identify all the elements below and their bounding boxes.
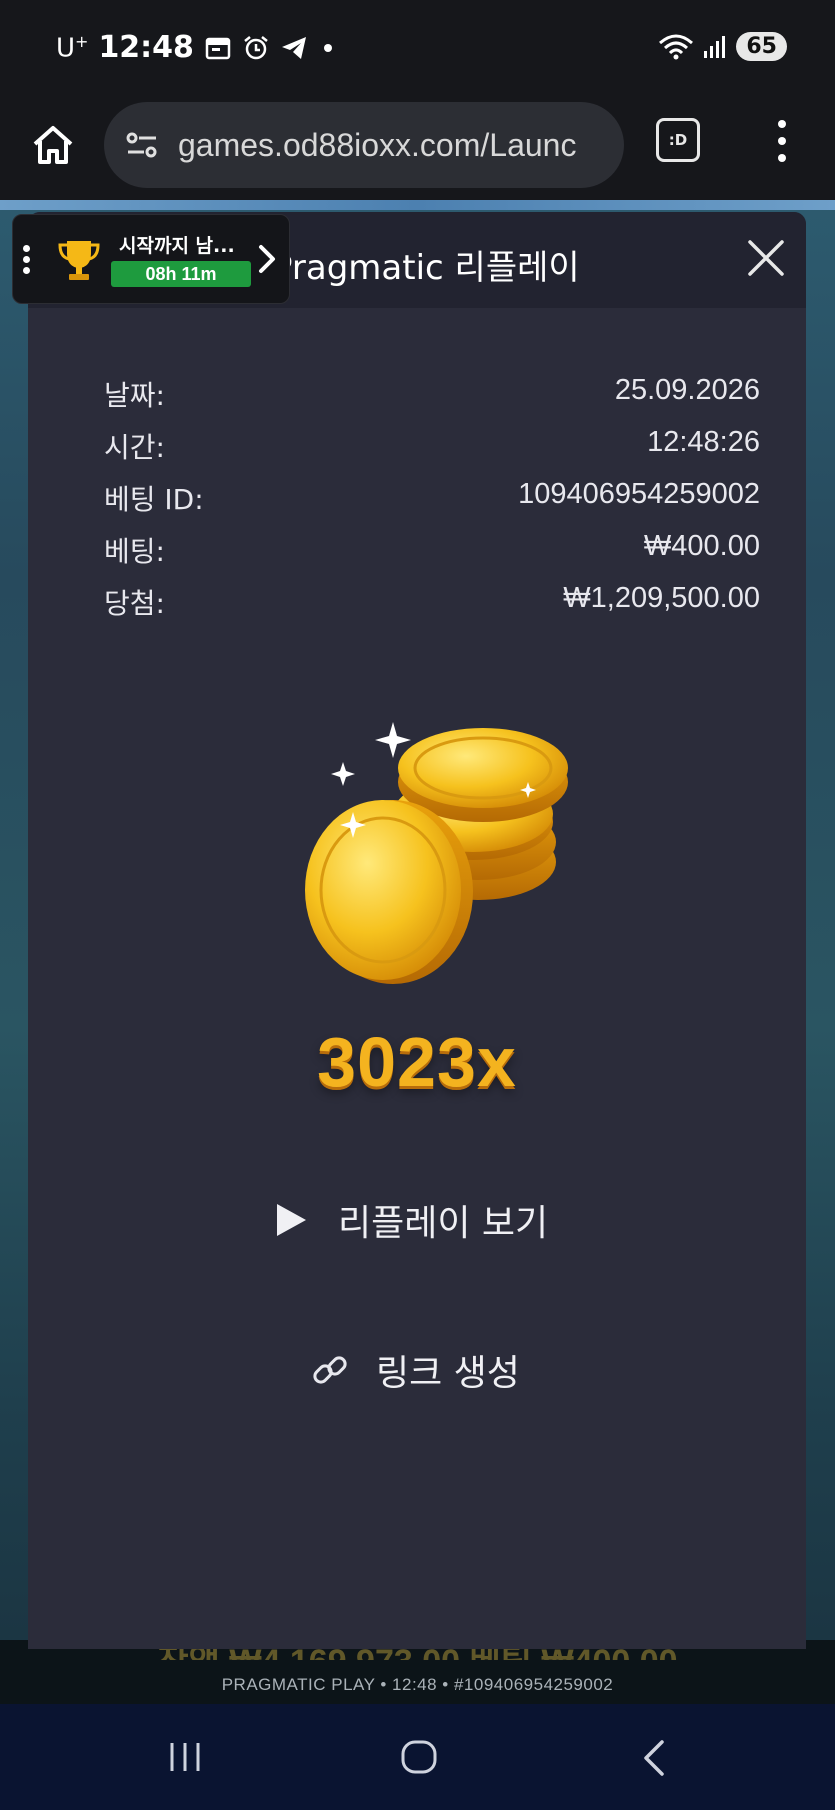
bet-id-label: 베팅 ID: (104, 483, 204, 516)
notification-dot (323, 43, 332, 52)
calendar-icon (205, 37, 231, 59)
modal-title: Pragmatic 리플레이 (272, 248, 580, 288)
tournament-drag-handle-icon[interactable] (23, 245, 31, 278)
view-replay-button[interactable]: 리플레이 보기 (274, 1190, 548, 1250)
view-replay-label: 리플레이 보기 (338, 1203, 549, 1244)
back-icon[interactable] (638, 1738, 668, 1778)
bet-label: 베팅: (104, 535, 165, 568)
bet-id-value: 109406954259002 (518, 478, 760, 510)
info-row-bet: 베팅: ₩400.00 (104, 530, 760, 570)
system-navigation-bar (0, 1704, 835, 1810)
tournament-widget[interactable]: 시작까지 남... 08h 11m (12, 214, 290, 304)
info-row-bet-id: 베팅 ID: 109406954259002 (104, 478, 760, 518)
site-settings-icon[interactable] (122, 125, 162, 165)
game-top-stripe (0, 200, 835, 210)
home-nav-icon[interactable] (400, 1738, 438, 1776)
date-value: 25.09.2026 (614, 374, 760, 406)
info-row-win: 당첨: ₩1,209,500.00 (104, 582, 760, 622)
create-link-label: 링크 생성 (376, 1353, 520, 1394)
browser-menu-icon[interactable] (774, 116, 790, 168)
date-label: 날짜: (104, 379, 165, 412)
status-bar: U+ 12:48 65 (0, 0, 835, 100)
close-icon[interactable] (744, 236, 788, 280)
tournament-timer: 08h 11m (111, 261, 251, 287)
browser-toolbar: games.od88ioxx.com/Launc :D (0, 100, 835, 200)
telegram-icon (281, 36, 306, 59)
wifi-icon (659, 34, 694, 59)
gold-coins-icon (305, 722, 568, 984)
recents-icon[interactable] (168, 1740, 202, 1774)
game-info-text: PRAGMATIC PLAY • 12:48 • #10940695425900… (221, 1675, 614, 1694)
win-label: 당첨: (104, 587, 165, 620)
play-icon (277, 1204, 306, 1236)
trophy-icon (58, 241, 100, 280)
address-bar[interactable]: games.od88ioxx.com/Launc (104, 102, 624, 188)
alarm-icon (244, 35, 268, 59)
link-icon (313, 1356, 347, 1384)
time-value: 12:48:26 (647, 426, 760, 458)
create-link-button[interactable]: 링크 생성 (310, 1340, 520, 1400)
status-time: 12:48 (98, 30, 194, 65)
win-multiplier: 3023x (317, 1023, 517, 1101)
time-label: 시간: (104, 431, 165, 464)
info-row-date: 날짜: 25.09.2026 (104, 374, 760, 414)
info-row-time: 시간: 12:48:26 (104, 426, 760, 466)
battery-indicator: 65 (736, 32, 787, 61)
signal-icon (704, 35, 726, 58)
url-text: games.od88ioxx.com/Launc (178, 126, 577, 163)
chevron-right-icon[interactable] (255, 241, 279, 277)
carrier-label: U+ (56, 31, 89, 64)
status-right: 65 (658, 32, 787, 61)
status-left: U+ 12:48 (56, 30, 332, 65)
tournament-label: 시작까지 남... (119, 235, 235, 257)
bet-value: ₩400.00 (643, 530, 760, 562)
tab-switcher-button[interactable]: :D (656, 118, 700, 162)
win-value: ₩1,209,500.00 (563, 582, 760, 614)
home-icon[interactable] (30, 122, 76, 168)
replay-modal: Pragmatic 리플레이 날짜: 25.09.2026 시간: 12:48:… (28, 212, 806, 1649)
